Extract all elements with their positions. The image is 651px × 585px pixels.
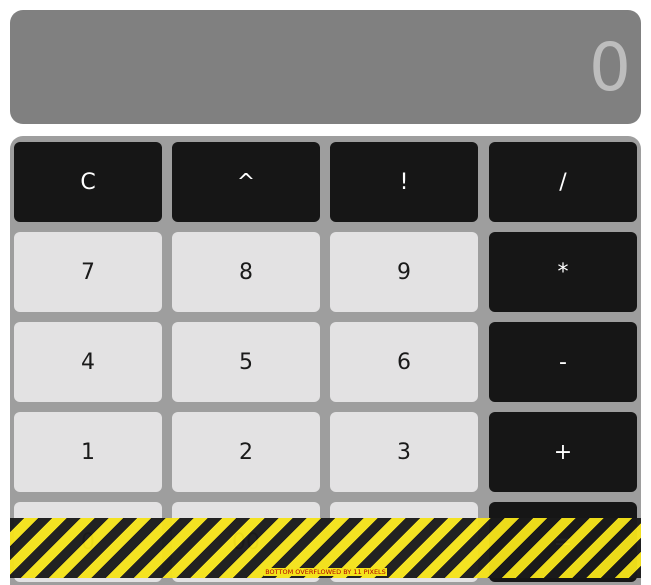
- digit-8-button[interactable]: 8: [172, 232, 320, 312]
- digit-7-button[interactable]: 7: [14, 232, 162, 312]
- digit-1-button[interactable]: 1: [14, 412, 162, 492]
- subtract-button[interactable]: -: [489, 322, 637, 402]
- digit-5-button[interactable]: 5: [172, 322, 320, 402]
- overflow-warning-text: BOTTOM OVERFLOWED BY 11 PIXELS: [264, 568, 387, 576]
- calculator-app: 0 C ^ ! / 7 8 9 * 4 5 6 - 1 2 3 + 0 00 =…: [0, 0, 651, 585]
- multiply-button[interactable]: *: [489, 232, 637, 312]
- clear-button[interactable]: C: [14, 142, 162, 222]
- factorial-button[interactable]: !: [330, 142, 478, 222]
- power-button[interactable]: ^: [172, 142, 320, 222]
- result-display: 0: [10, 10, 641, 124]
- overflow-warning-label: BOTTOM OVERFLOWED BY 11 PIXELS: [0, 568, 651, 576]
- divide-button[interactable]: /: [489, 142, 637, 222]
- display-value: 0: [589, 29, 631, 106]
- digit-6-button[interactable]: 6: [330, 322, 478, 402]
- digit-3-button[interactable]: 3: [330, 412, 478, 492]
- digit-4-button[interactable]: 4: [14, 322, 162, 402]
- digit-9-button[interactable]: 9: [330, 232, 478, 312]
- add-button[interactable]: +: [489, 412, 637, 492]
- digit-2-button[interactable]: 2: [172, 412, 320, 492]
